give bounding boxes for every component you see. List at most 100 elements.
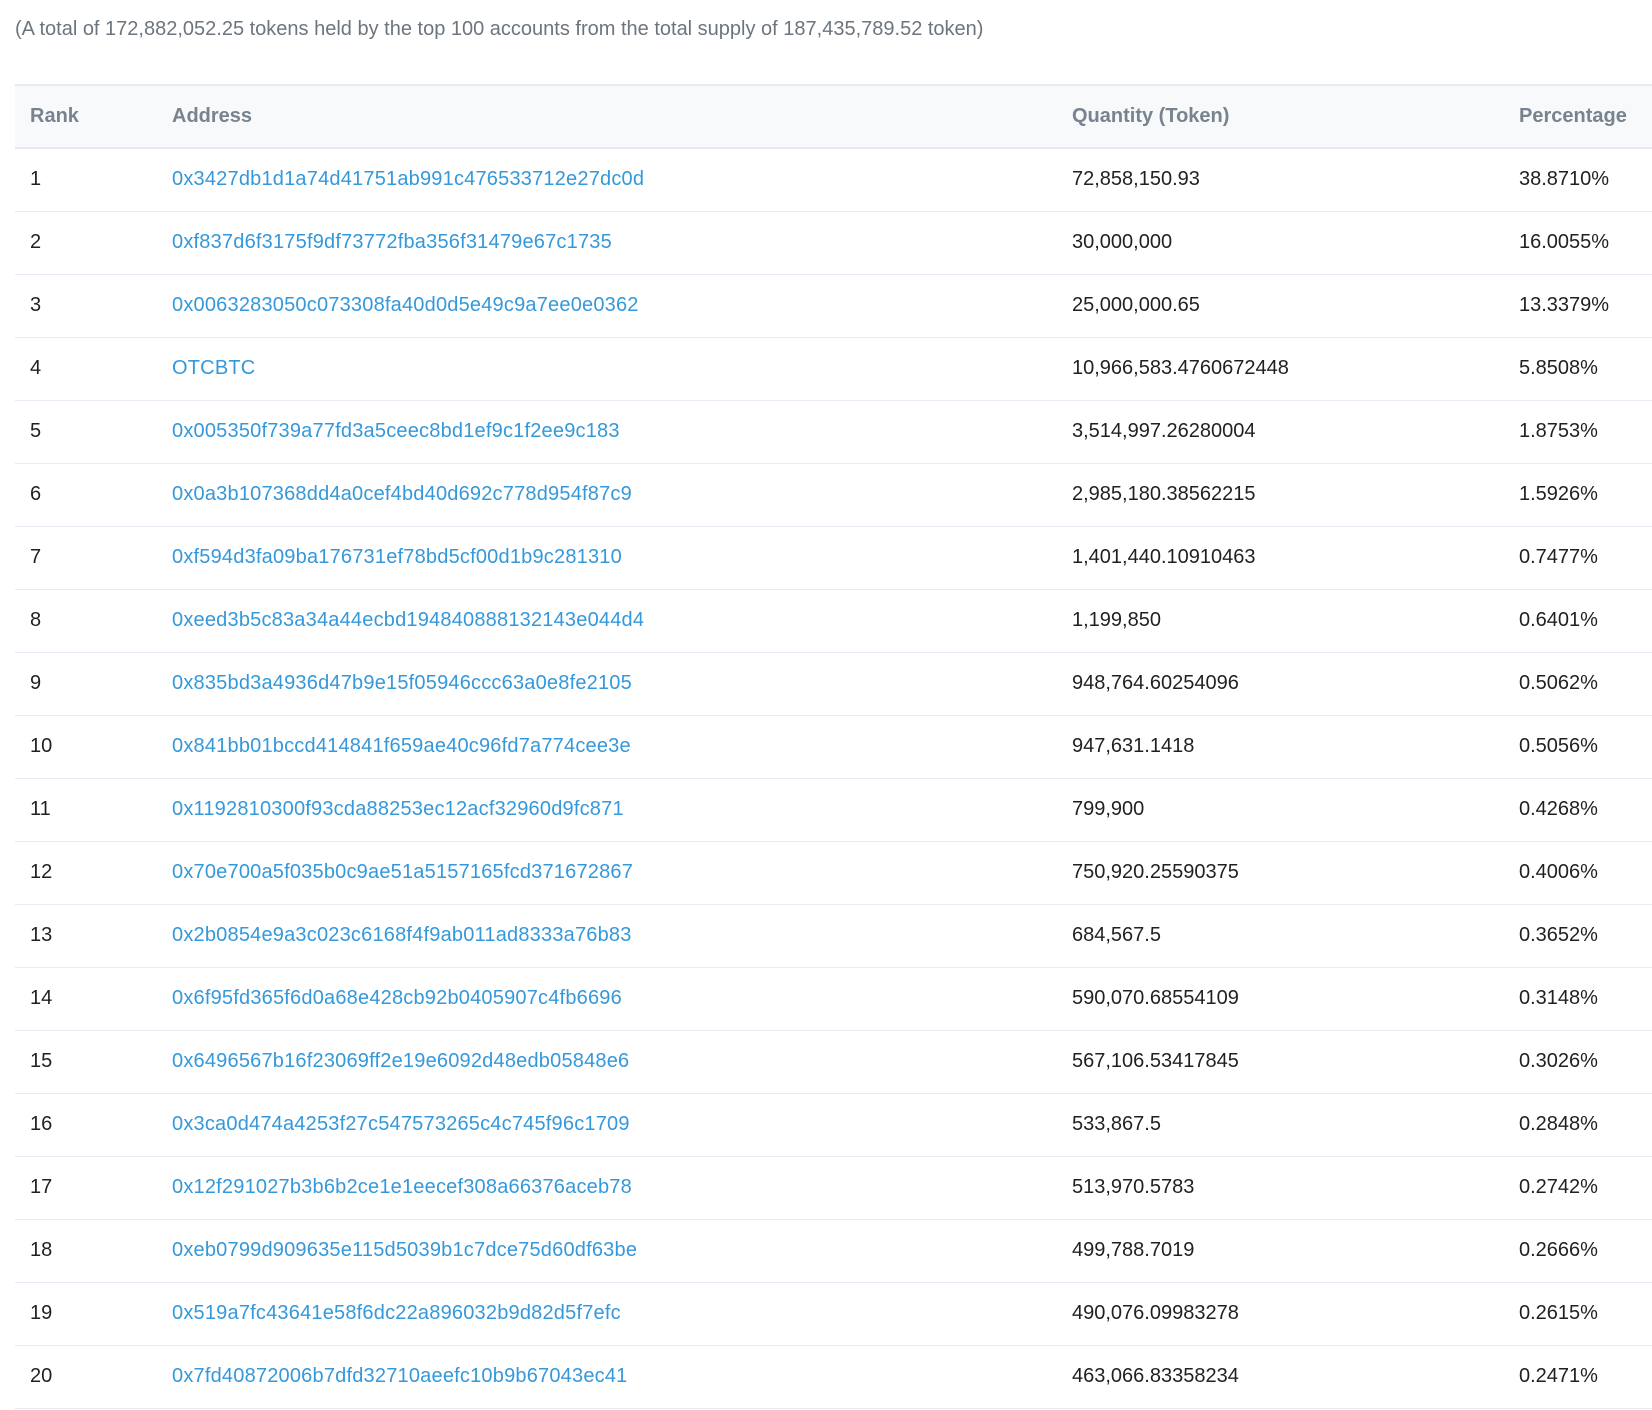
quantity-cell: 30,000,000	[1072, 231, 1173, 253]
rank-cell: 19	[30, 1302, 53, 1324]
address-cell: 0x005350f739a77fd3a5ceec8bd1ef9c1f2ee9c1…	[157, 400, 1057, 463]
quantity-cell: 1,199,850	[1072, 609, 1161, 631]
address-cell: 0x0a3b107368dd4a0cef4bd40d692c778d954f87…	[157, 463, 1057, 526]
address-link[interactable]: OTCBTC	[172, 357, 255, 379]
rank-cell: 20	[30, 1365, 53, 1387]
rank-cell: 1	[30, 168, 42, 191]
table-row: 7 0xf594d3fa09ba176731ef78bd5cf00d1b9c281…	[15, 526, 1652, 589]
quantity-cell: 463,066.83358234	[1072, 1365, 1239, 1387]
address-cell: 0x519a7fc43641e58f6dc22a896032b9d82d5f7e…	[157, 1282, 1057, 1345]
quantity-cell: 2,985,180.38562215	[1072, 483, 1256, 505]
address-cell: OTCBTC	[157, 337, 1057, 400]
address-cell: 0x7fd40872006b7dfd32710aeefc10b9b67043ec…	[157, 1345, 1057, 1408]
address-cell: 0x70e700a5f035b0c9ae51a5157165fcd3716728…	[157, 841, 1057, 904]
address-cell: 0xeed3b5c83a34a44ecbd194840888132143e044…	[157, 589, 1057, 652]
table-row: 12 0x70e700a5f035b0c9ae51a5157165fcd37167…	[15, 841, 1652, 904]
rank-column-header: Rank	[30, 105, 79, 127]
address-cell: 0x835bd3a4936d47b9e15f05946ccc63a0e8fe21…	[157, 652, 1057, 715]
address-link[interactable]: 0xeed3b5c83a34a44ecbd194840888132143e044…	[172, 609, 644, 631]
address-link[interactable]: 0x835bd3a4936d47b9e15f05946ccc63a0e8fe21…	[172, 672, 632, 694]
percentage-cell: 16.0055%	[1519, 231, 1610, 253]
table-row: 3 0x0063283050c073308fa40d0d5e49c9a7ee0e0…	[15, 274, 1652, 337]
table-row: 11 0x1192810300f93cda88253ec12acf32960d9f…	[15, 778, 1652, 841]
percentage-cell: 0.5062%	[1519, 672, 1598, 694]
table-row: 6 0x0a3b107368dd4a0cef4bd40d692c778d954f8…	[15, 463, 1652, 526]
address-link[interactable]: 0xf594d3fa09ba176731ef78bd5cf00d1b9c2813…	[172, 546, 622, 568]
percentage-cell: 0.2471%	[1519, 1365, 1598, 1387]
table-row: 19 0x519a7fc43641e58f6dc22a896032b9d82d5f…	[15, 1282, 1652, 1345]
percentage-cell: 5.8508%	[1519, 357, 1598, 379]
quantity-cell: 513,970.5783	[1072, 1176, 1195, 1198]
percentage-cell: 1.5926%	[1519, 483, 1598, 505]
address-cell: 0x841bb01bccd414841f659ae40c96fd7a774cee…	[157, 715, 1057, 778]
rank-cell: 14	[30, 987, 53, 1009]
address-link[interactable]: 0xeb0799d909635e115d5039b1c7dce75d60df63…	[172, 1239, 637, 1261]
rank-cell: 2	[30, 231, 42, 253]
address-link[interactable]: 0x3ca0d474a4253f27c547573265c4c745f96c17…	[172, 1113, 630, 1135]
rank-cell: 8	[30, 609, 42, 631]
address-link[interactable]: 0x2b0854e9a3c023c6168f4f9ab011ad8333a76b…	[172, 924, 632, 946]
quantity-cell: 10,966,583.4760672448	[1072, 357, 1289, 379]
quantity-column-header: Quantity (Token)	[1072, 105, 1230, 127]
address-link[interactable]: 0x0a3b107368dd4a0cef4bd40d692c778d954f87…	[172, 483, 632, 505]
table-row: 1 0x3427db1d1a74d41751ab991c476533712e27d…	[15, 148, 1652, 211]
address-link[interactable]: 0x519a7fc43641e58f6dc22a896032b9d82d5f7e…	[172, 1302, 621, 1324]
rank-cell: 5	[30, 420, 42, 442]
address-cell: 0xf837d6f3175f9df73772fba356f31479e67c17…	[157, 211, 1057, 274]
percentage-cell: 0.4268%	[1519, 798, 1598, 820]
table-row: 18 0xeb0799d909635e115d5039b1c7dce75d60df…	[15, 1219, 1652, 1282]
percentage-cell: 0.2742%	[1519, 1176, 1598, 1198]
quantity-cell: 684,567.5	[1072, 924, 1161, 946]
address-link[interactable]: 0x005350f739a77fd3a5ceec8bd1ef9c1f2ee9c1…	[172, 420, 620, 442]
quantity-cell: 533,867.5	[1072, 1113, 1161, 1135]
address-cell: 0xeb0799d909635e115d5039b1c7dce75d60df63…	[157, 1219, 1057, 1282]
percentage-cell: 0.2848%	[1519, 1113, 1598, 1135]
percentage-cell: 0.6401%	[1519, 609, 1598, 631]
table-row: 2 0xf837d6f3175f9df73772fba356f31479e67c1…	[15, 211, 1652, 274]
rank-cell: 18	[30, 1239, 53, 1261]
table-row: 8 0xeed3b5c83a34a44ecbd194840888132143e04…	[15, 589, 1652, 652]
table-row: 15 0x6496567b16f23069ff2e19e6092d48edb058…	[15, 1030, 1652, 1093]
quantity-cell: 3,514,997.26280004	[1072, 420, 1256, 442]
rank-cell: 7	[30, 546, 42, 568]
table-header-row: Rank Address Quantity (Token) Percentage	[15, 85, 1652, 148]
address-link[interactable]: 0x0063283050c073308fa40d0d5e49c9a7ee0e03…	[172, 294, 639, 316]
percentage-cell: 0.3148%	[1519, 987, 1598, 1009]
percentage-cell: 0.2615%	[1519, 1302, 1598, 1324]
address-link[interactable]: 0x7fd40872006b7dfd32710aeefc10b9b67043ec…	[172, 1365, 628, 1387]
rank-cell: 16	[30, 1113, 53, 1135]
table-row: 13 0x2b0854e9a3c023c6168f4f9ab011ad8333a7…	[15, 904, 1652, 967]
address-cell: 0x3ca0d474a4253f27c547573265c4c745f96c17…	[157, 1093, 1057, 1156]
percentage-cell: 13.3379%	[1519, 294, 1610, 316]
address-link[interactable]: 0x70e700a5f035b0c9ae51a5157165fcd3716728…	[172, 861, 633, 883]
quantity-cell: 567,106.53417845	[1072, 1050, 1239, 1072]
percentage-cell: 0.4006%	[1519, 861, 1598, 883]
rank-cell: 11	[30, 798, 51, 820]
token-holders-table: Rank Address Quantity (Token) Percentage…	[15, 84, 1652, 1409]
address-link[interactable]: 0x6496567b16f23069ff2e19e6092d48edb05848…	[172, 1050, 629, 1072]
quantity-cell: 947,631.1418	[1072, 735, 1195, 757]
holders-summary: (A total of 172,882,052.25 tokens held b…	[15, 18, 984, 40]
address-cell: 0x2b0854e9a3c023c6168f4f9ab011ad8333a76b…	[157, 904, 1057, 967]
percentage-cell: 0.5056%	[1519, 735, 1598, 757]
rank-cell: 9	[30, 672, 42, 694]
quantity-cell: 25,000,000.65	[1072, 294, 1200, 316]
address-link[interactable]: 0x12f291027b3b6b2ce1e1eecef308a66376aceb…	[172, 1176, 632, 1198]
table-row: 4 OTCBTC 10,966,583.4760672448 5.8508%	[15, 337, 1652, 400]
table-row: 5 0x005350f739a77fd3a5ceec8bd1ef9c1f2ee9c…	[15, 400, 1652, 463]
address-link[interactable]: 0x3427db1d1a74d41751ab991c476533712e27dc…	[172, 168, 644, 190]
percentage-cell: 0.7477%	[1519, 546, 1598, 568]
address-link[interactable]: 0x841bb01bccd414841f659ae40c96fd7a774cee…	[172, 735, 631, 757]
address-link[interactable]: 0x1192810300f93cda88253ec12acf32960d9fc8…	[172, 798, 624, 820]
rank-cell: 17	[30, 1176, 53, 1198]
address-cell: 0x0063283050c073308fa40d0d5e49c9a7ee0e03…	[157, 274, 1057, 337]
rank-cell: 3	[30, 294, 42, 316]
address-link[interactable]: 0x6f95fd365f6d0a68e428cb92b0405907c4fb66…	[172, 987, 622, 1009]
table-row: 17 0x12f291027b3b6b2ce1e1eecef308a66376ac…	[15, 1156, 1652, 1219]
rank-cell: 4	[30, 357, 42, 379]
percentage-cell: 1.8753%	[1519, 420, 1598, 442]
table-body: 1 0x3427db1d1a74d41751ab991c476533712e27d…	[15, 148, 1652, 1408]
address-cell: 0x6f95fd365f6d0a68e428cb92b0405907c4fb66…	[157, 967, 1057, 1030]
percentage-cell: 0.3026%	[1519, 1050, 1598, 1072]
address-link[interactable]: 0xf837d6f3175f9df73772fba356f31479e67c17…	[172, 231, 612, 253]
